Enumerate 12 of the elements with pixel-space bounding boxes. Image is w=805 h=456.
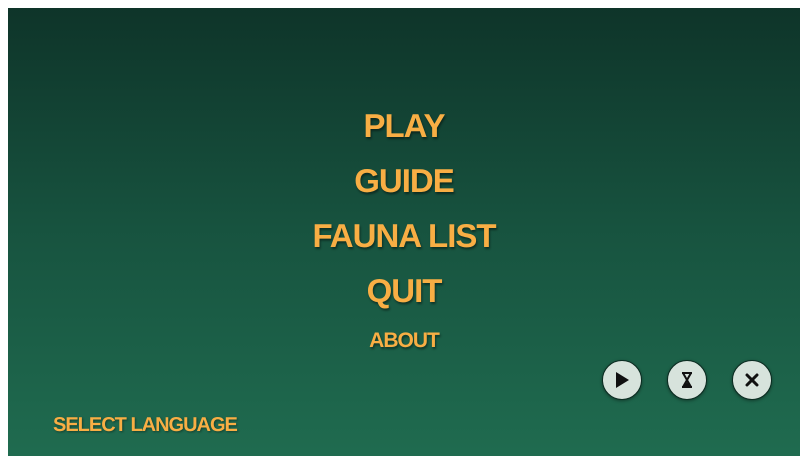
play-button[interactable] — [602, 360, 642, 400]
close-button[interactable] — [732, 360, 772, 400]
menu-item[interactable]: GUIDE — [350, 156, 458, 206]
hourglass-icon — [681, 372, 693, 388]
select-language-link[interactable]: SELECT LANGUAGE — [53, 413, 237, 437]
close-icon — [745, 373, 759, 387]
menu-item[interactable]: PLAY — [360, 101, 448, 151]
play-icon — [614, 371, 630, 389]
menu-item[interactable]: QUIT — [362, 266, 446, 316]
hourglass-button[interactable] — [667, 360, 707, 400]
menu-item[interactable]: ABOUT — [365, 321, 443, 361]
menu-item[interactable]: FAUNA LIST — [308, 211, 500, 261]
